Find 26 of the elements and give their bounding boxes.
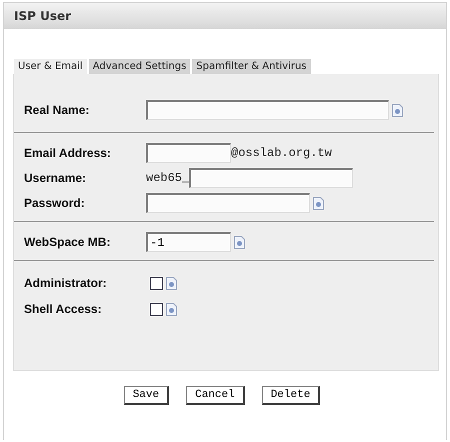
field-label: Shell Access: — [24, 302, 103, 316]
form-button[interactable]: Cancel — [186, 386, 245, 405]
checkbox[interactable] — [150, 302, 163, 316]
input-field[interactable] — [146, 100, 389, 120]
field-label: Administrator: — [24, 276, 108, 290]
tab[interactable]: Spamfilter & Antivirus — [192, 59, 311, 74]
input-field[interactable]: -1 — [146, 232, 231, 252]
username-prefix: web65_ — [146, 171, 190, 185]
field-label: Real Name: — [24, 103, 90, 117]
field-label: Email Address: — [24, 146, 112, 160]
field-label: Password: — [24, 196, 86, 210]
info-icon[interactable] — [392, 104, 403, 116]
field-label: Username: — [24, 171, 88, 185]
window-title: ISP User — [14, 9, 72, 23]
tab[interactable]: Advanced Settings — [88, 59, 190, 74]
email-domain: @osslab.org.tw — [231, 146, 332, 160]
input-field[interactable] — [146, 143, 231, 163]
tab[interactable]: User & Email — [14, 59, 87, 74]
form-button[interactable]: Delete — [262, 386, 320, 405]
form-button[interactable]: Save — [124, 386, 170, 405]
field-label: WebSpace MB: — [24, 235, 112, 249]
input-field[interactable] — [189, 168, 354, 188]
info-icon[interactable] — [313, 196, 324, 210]
info-icon[interactable] — [234, 236, 245, 248]
password-field[interactable] — [146, 193, 310, 213]
checkbox[interactable] — [150, 276, 163, 290]
